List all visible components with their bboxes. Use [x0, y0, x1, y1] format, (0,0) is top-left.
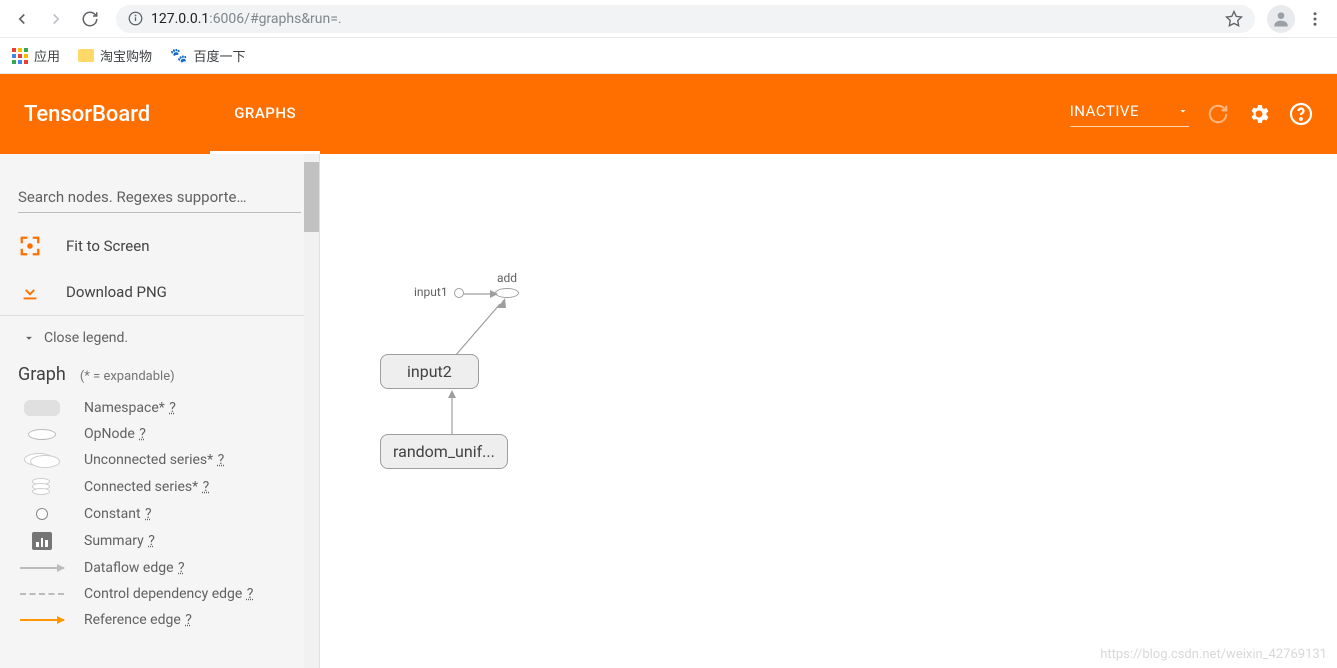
- profile-button[interactable]: [1267, 5, 1295, 33]
- legend-opnode: OpNode ?: [0, 421, 319, 447]
- settings-button[interactable]: [1247, 102, 1271, 126]
- download-icon: [19, 281, 41, 303]
- graph-hint: (* = expandable): [80, 369, 175, 384]
- control-edge-icon: [20, 593, 64, 595]
- reference-edge-icon: [20, 619, 64, 621]
- forward-button[interactable]: [42, 5, 70, 33]
- bookmark-label: 百度一下: [193, 46, 245, 65]
- browser-toolbar: 127.0.0.1:6006/#graphs&run=.: [0, 0, 1337, 38]
- help-button[interactable]: [1289, 102, 1313, 126]
- constant-icon: [36, 508, 48, 520]
- edge-random-input2: [446, 388, 458, 436]
- download-png-button[interactable]: Download PNG: [0, 269, 319, 315]
- more-vertical-icon: [1306, 10, 1324, 28]
- chevron-down-icon: [22, 331, 36, 345]
- legend-summary: Summary ?: [0, 527, 319, 555]
- legend-label[interactable]: Constant ?: [84, 506, 152, 522]
- summary-icon: [32, 532, 52, 550]
- node-label-input1: input1: [414, 285, 448, 299]
- apps-label: 应用: [34, 46, 60, 65]
- legend-label[interactable]: Summary ?: [84, 533, 155, 549]
- legend-dataflow-edge: Dataflow edge ?: [0, 555, 319, 581]
- close-legend-toggle[interactable]: Close legend.: [0, 316, 319, 360]
- legend-namespace: Namespace* ?: [0, 395, 319, 421]
- tabs: GRAPHS: [210, 74, 320, 154]
- url-text: 127.0.0.1:6006/#graphs&run=.: [151, 11, 1217, 27]
- apps-icon: [12, 48, 28, 64]
- info-icon: [128, 11, 143, 26]
- bookmark-taobao[interactable]: 淘宝购物: [78, 46, 152, 65]
- node-input2[interactable]: input2: [380, 354, 479, 389]
- legend-label[interactable]: Unconnected series* ?: [84, 452, 224, 468]
- app-body: Search nodes. Regexes supporte… Fit to S…: [0, 154, 1337, 668]
- gear-icon: [1247, 102, 1271, 126]
- fit-to-screen-button[interactable]: Fit to Screen: [0, 223, 319, 269]
- help-icon: [1289, 102, 1313, 126]
- legend-connected-series: Connected series* ?: [0, 473, 319, 501]
- scrollbar[interactable]: [304, 154, 319, 668]
- bookmarks-bar: 应用 淘宝购物 🐾 百度一下: [0, 38, 1337, 74]
- dataflow-edge-icon: [20, 567, 64, 569]
- graph-canvas[interactable]: add input1 input2 random_unif... https:/…: [320, 154, 1337, 668]
- tensorboard-header: TensorBoard GRAPHS INACTIVE: [0, 74, 1337, 154]
- star-icon[interactable]: [1225, 10, 1243, 28]
- tab-graphs[interactable]: GRAPHS: [210, 74, 320, 154]
- reload-button[interactable]: [76, 5, 104, 33]
- node-random-uniform[interactable]: random_unif...: [380, 434, 508, 469]
- opnode-icon: [28, 429, 56, 440]
- app-title: TensorBoard: [24, 102, 150, 127]
- arrow-right-icon: [47, 10, 65, 28]
- bookmark-baidu[interactable]: 🐾 百度一下: [170, 46, 245, 65]
- legend-unconnected-series: Unconnected series* ?: [0, 447, 319, 473]
- legend-label[interactable]: OpNode ?: [84, 426, 146, 442]
- legend-label[interactable]: Connected series* ?: [84, 479, 209, 495]
- apps-shortcut[interactable]: 应用: [12, 46, 60, 65]
- namespace-icon: [24, 400, 60, 416]
- run-dropdown[interactable]: INACTIVE: [1070, 102, 1189, 127]
- search-input[interactable]: Search nodes. Regexes supporte…: [18, 182, 301, 213]
- user-icon: [1271, 9, 1291, 29]
- legend-title: Graph (* = expandable): [0, 360, 319, 395]
- dropdown-label: INACTIVE: [1070, 102, 1139, 120]
- fit-label: Fit to Screen: [66, 237, 150, 255]
- edge-input2-add: [450, 296, 510, 358]
- legend-label[interactable]: Reference edge ?: [84, 612, 192, 628]
- legend-label[interactable]: Namespace* ?: [84, 400, 176, 416]
- unconnected-series-icon: [24, 453, 60, 467]
- node-label-add: add: [497, 271, 517, 285]
- connected-series-icon: [32, 478, 52, 496]
- legend-reference-edge: Reference edge ?: [0, 607, 319, 633]
- watermark: https://blog.csdn.net/weixin_42769131: [1100, 647, 1327, 662]
- fit-screen-icon: [19, 235, 41, 257]
- legend-control-edge: Control dependency edge ?: [0, 581, 319, 607]
- refresh-icon: [1207, 103, 1229, 125]
- arrow-left-icon: [13, 10, 31, 28]
- reload-icon: [81, 10, 99, 28]
- bookmark-label: 淘宝购物: [100, 46, 152, 65]
- chevron-down-icon: [1177, 105, 1189, 117]
- url-bar[interactable]: 127.0.0.1:6006/#graphs&run=.: [116, 5, 1255, 33]
- folder-icon: [78, 49, 94, 62]
- graph-heading: Graph: [18, 364, 66, 385]
- download-label: Download PNG: [66, 283, 167, 301]
- legend-label[interactable]: Control dependency edge ?: [84, 586, 253, 602]
- paw-icon: 🐾: [170, 48, 187, 64]
- refresh-button[interactable]: [1207, 103, 1229, 125]
- back-button[interactable]: [8, 5, 36, 33]
- legend-label[interactable]: Dataflow edge ?: [84, 560, 185, 576]
- sidebar: Search nodes. Regexes supporte… Fit to S…: [0, 154, 320, 668]
- close-legend-label: Close legend.: [44, 330, 128, 346]
- legend-constant: Constant ?: [0, 501, 319, 527]
- browser-menu-button[interactable]: [1301, 5, 1329, 33]
